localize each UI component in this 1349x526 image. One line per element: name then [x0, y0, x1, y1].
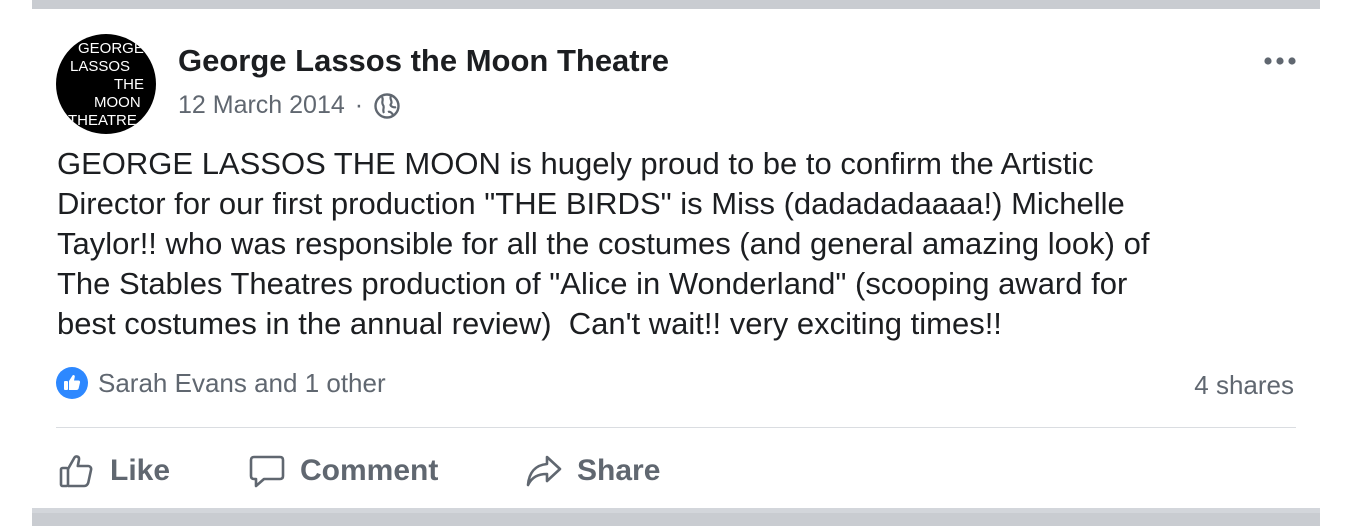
logo-line-3: THE	[114, 76, 144, 93]
post-timestamp[interactable]: 12 March 2014	[178, 91, 345, 120]
meta-separator: ·	[354, 91, 364, 119]
logo-line-5: THEATRE	[68, 112, 137, 129]
reactions-summary[interactable]: Sarah Evans and 1 other	[56, 367, 386, 399]
post-body-text: GEORGE LASSOS THE MOON is hugely proud t…	[57, 146, 1150, 341]
share-button-label: Share	[577, 454, 661, 487]
share-button[interactable]: Share	[525, 446, 660, 496]
feed-separator-bottom	[32, 508, 1320, 526]
post-meta: 12 March 2014 ·	[178, 91, 401, 120]
reactions-summary-text: Sarah Evans and 1 other	[98, 367, 386, 398]
post-card: GEORGE LASSOS THE MOON THEATRE George La…	[32, 9, 1320, 508]
page-name-link[interactable]: George Lassos the Moon Theatre	[178, 43, 669, 79]
feed-separator-top	[32, 0, 1320, 9]
comment-bubble-icon	[249, 455, 285, 488]
comment-button-label: Comment	[300, 454, 439, 487]
theatre-logo: GEORGE LASSOS THE MOON THEATRE	[68, 40, 144, 129]
post-actions: Like Comment Share	[56, 446, 1296, 496]
action-divider	[56, 427, 1296, 428]
like-button-label: Like	[110, 454, 171, 487]
share-arrow-icon	[526, 455, 562, 487]
thumbs-up-icon	[59, 455, 93, 488]
page-avatar[interactable]: GEORGE LASSOS THE MOON THEATRE	[56, 34, 156, 134]
shares-count[interactable]: 4 shares	[1194, 370, 1294, 401]
logo-line-4: MOON	[94, 94, 141, 111]
globe-icon[interactable]	[373, 92, 401, 120]
more-options-icon[interactable]	[1260, 51, 1300, 71]
logo-line-1: GEORGE	[78, 40, 144, 57]
like-button[interactable]: Like	[58, 446, 170, 496]
comment-button[interactable]: Comment	[248, 446, 438, 496]
feed-page: GEORGE LASSOS THE MOON THEATRE George La…	[0, 0, 1349, 526]
like-icon	[56, 367, 88, 399]
logo-line-2: LASSOS	[70, 58, 130, 75]
